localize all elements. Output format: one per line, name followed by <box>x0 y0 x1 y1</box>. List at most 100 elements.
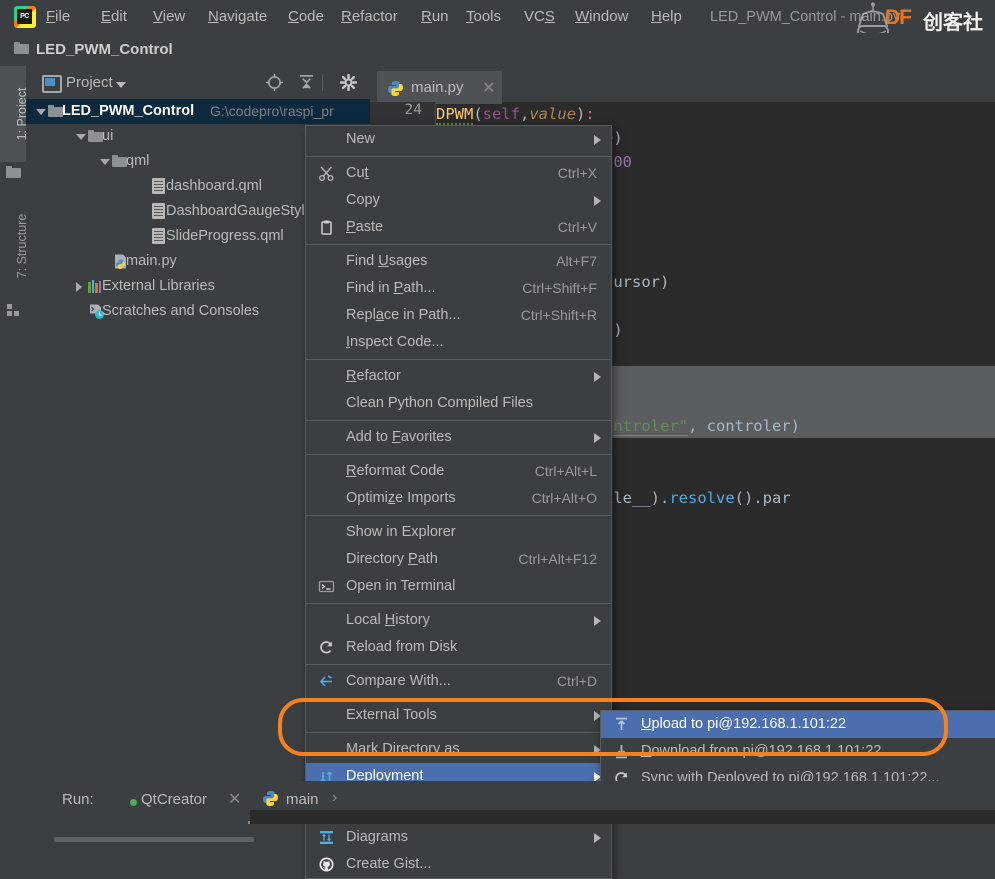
menu-item-external-tools[interactable]: External Tools <box>306 702 611 729</box>
tool-window-button-project[interactable]: 1: Project <box>0 66 29 162</box>
menu-item-paste[interactable]: Paste Ctrl+V <box>306 214 611 241</box>
download-icon <box>616 745 627 759</box>
menu-item-create-gist[interactable]: Create Gist... <box>306 851 611 878</box>
run-label: Run: <box>62 791 94 808</box>
menu-item-shortcut: Ctrl+Shift+R <box>520 307 597 323</box>
horizontal-scrollbar[interactable] <box>54 837 254 842</box>
tool-window-button-structure[interactable]: 7: Structure <box>0 194 29 298</box>
menu-item-shortcut: Ctrl+Alt+L <box>534 463 597 479</box>
menu-item-diagrams[interactable]: Diagrams <box>306 824 611 851</box>
menu-item-shortcut: Ctrl+V <box>557 219 597 235</box>
menu-item-show-in-explorer[interactable]: Show in Explorer <box>306 519 611 546</box>
menu-item-label: Clean Python Compiled Files <box>346 395 533 411</box>
tree-row[interactable]: LED_PWM_Control G:\codepro\raspi_pr <box>26 99 370 124</box>
locate-icon[interactable] <box>266 74 283 91</box>
menu-item-label: Find Usages <box>346 253 428 269</box>
chevron-down-icon[interactable] <box>76 134 86 140</box>
menu-item-reformat-code[interactable]: Reformat Code Ctrl+Alt+L <box>306 458 611 485</box>
menu-item-label: Inspect Code... <box>346 334 444 350</box>
menu-item-label: Mark Directory as <box>346 741 460 757</box>
menu-file[interactable]: File <box>41 6 75 28</box>
menu-item-open-in-terminal[interactable]: Open in Terminal <box>306 573 611 600</box>
submenu-arrow-icon <box>594 433 601 443</box>
chevron-down-icon[interactable] <box>100 159 110 165</box>
menu-edit[interactable]: Edit <box>96 6 132 28</box>
submenu-arrow-icon <box>594 372 601 382</box>
project-panel-title[interactable]: Project <box>66 74 113 91</box>
terminal-icon <box>318 580 335 593</box>
menu-item-label: Directory Path <box>346 551 438 567</box>
menu-separator <box>306 156 611 157</box>
gear-icon[interactable] <box>340 74 357 91</box>
menu-item-shortcut: Ctrl+D <box>556 673 597 689</box>
menu-item-inspect-code[interactable]: Inspect Code... <box>306 329 611 356</box>
folder-icon <box>112 155 127 167</box>
menu-item-label: Paste <box>346 219 384 235</box>
menu-item-reload-from-disk[interactable]: Reload from Disk <box>306 634 611 661</box>
close-icon[interactable]: ✕ <box>228 789 241 809</box>
menu-item-shortcut: Ctrl+Shift+F <box>522 280 597 296</box>
menu-separator <box>306 603 611 604</box>
tree-row-label: SlideProgress.qml <box>166 228 284 244</box>
menu-item-label: New <box>346 131 376 147</box>
menu-separator <box>306 698 611 699</box>
chevron-down-icon[interactable] <box>116 82 126 88</box>
menu-item-label: Replace in Path... <box>346 307 461 323</box>
menu-item-find-in-path[interactable]: Find in Path... Ctrl+Shift+F <box>306 275 611 302</box>
menu-item-mark-directory-as[interactable]: Mark Directory as <box>306 736 611 763</box>
menu-tools[interactable]: Tools <box>461 6 506 28</box>
run-tab-main[interactable]: main <box>286 791 319 808</box>
menu-item-shortcut: Alt+F7 <box>556 253 597 269</box>
menu-item-label: Open in Terminal <box>346 578 456 594</box>
menu-item-compare-with[interactable]: Compare With... Ctrl+D <box>306 668 611 695</box>
editor-tab-main-py[interactable]: main.py ✕ <box>377 71 502 104</box>
menu-item-label: Reformat Code <box>346 463 445 479</box>
code-line: DPWM(self,value): <box>436 105 595 125</box>
menu-vcs[interactable]: VCS <box>519 6 560 28</box>
navigation-bar: LED_PWM_Control <box>0 33 995 67</box>
chevron-right-icon[interactable] <box>76 282 82 292</box>
menu-code[interactable]: Code <box>283 6 329 28</box>
menu-item-local-history[interactable]: Local History <box>306 607 611 634</box>
toolbar-separator <box>322 74 323 91</box>
menu-bar: PC File Edit View Navigate Code Refactor… <box>0 0 995 63</box>
menu-navigate[interactable]: Navigate <box>203 6 272 28</box>
menu-item-label: Add to Favorites <box>346 429 452 445</box>
library-icon <box>88 280 103 293</box>
menu-refactor[interactable]: Refactor <box>336 6 403 28</box>
menu-run[interactable]: Run <box>416 6 454 28</box>
submenu-item-upload-to-pi-192-168-1-101-22[interactable]: Upload to pi@192.168.1.101:22 <box>601 711 995 738</box>
menu-separator <box>306 732 611 733</box>
menu-item-label: Create Gist... <box>346 856 432 872</box>
menu-item-replace-in-path[interactable]: Replace in Path... Ctrl+Shift+R <box>306 302 611 329</box>
collapse-all-icon[interactable] <box>298 74 315 91</box>
run-console-output <box>250 810 995 824</box>
menu-item-new[interactable]: New <box>306 126 611 153</box>
menu-item-add-to-favorites[interactable]: Add to Favorites <box>306 424 611 451</box>
menu-item-clean-python-compiled-files[interactable]: Clean Python Compiled Files <box>306 390 611 417</box>
bottom-left-strip <box>0 781 26 824</box>
menu-item-refactor[interactable]: Refactor <box>306 363 611 390</box>
editor-tab-bar: main.py ✕ <box>370 66 995 104</box>
menu-help[interactable]: Help <box>646 6 687 28</box>
menu-item-find-usages[interactable]: Find Usages Alt+F7 <box>306 248 611 275</box>
close-icon[interactable]: ✕ <box>482 78 495 98</box>
run-tab-qtcreator[interactable]: QtCreator <box>141 791 207 808</box>
menu-item-cut[interactable]: Cut Ctrl+X <box>306 160 611 187</box>
breadcrumb-project-name[interactable]: LED_PWM_Control <box>36 41 173 58</box>
refresh-icon <box>320 641 333 654</box>
qml-file-icon <box>152 228 165 244</box>
menu-item-directory-path[interactable]: Directory Path Ctrl+Alt+F12 <box>306 546 611 573</box>
menu-item-shortcut: Ctrl+Alt+O <box>531 490 597 506</box>
menu-separator <box>306 420 611 421</box>
chevron-right-icon[interactable]: › <box>332 789 337 807</box>
menu-file-rest: ile <box>55 8 71 25</box>
submenu-item-download-from-pi-192-168-1-101-22[interactable]: Download from pi@192.168.1.101:22 <box>601 738 995 765</box>
folder-icon <box>14 42 29 54</box>
menu-view[interactable]: View <box>148 6 190 28</box>
menu-window[interactable]: Window <box>570 6 633 28</box>
menu-item-label: Refactor <box>346 368 401 384</box>
menu-item-copy[interactable]: Copy <box>306 187 611 214</box>
chevron-down-icon[interactable] <box>36 109 46 115</box>
menu-item-optimize-imports[interactable]: Optimize Imports Ctrl+Alt+O <box>306 485 611 512</box>
